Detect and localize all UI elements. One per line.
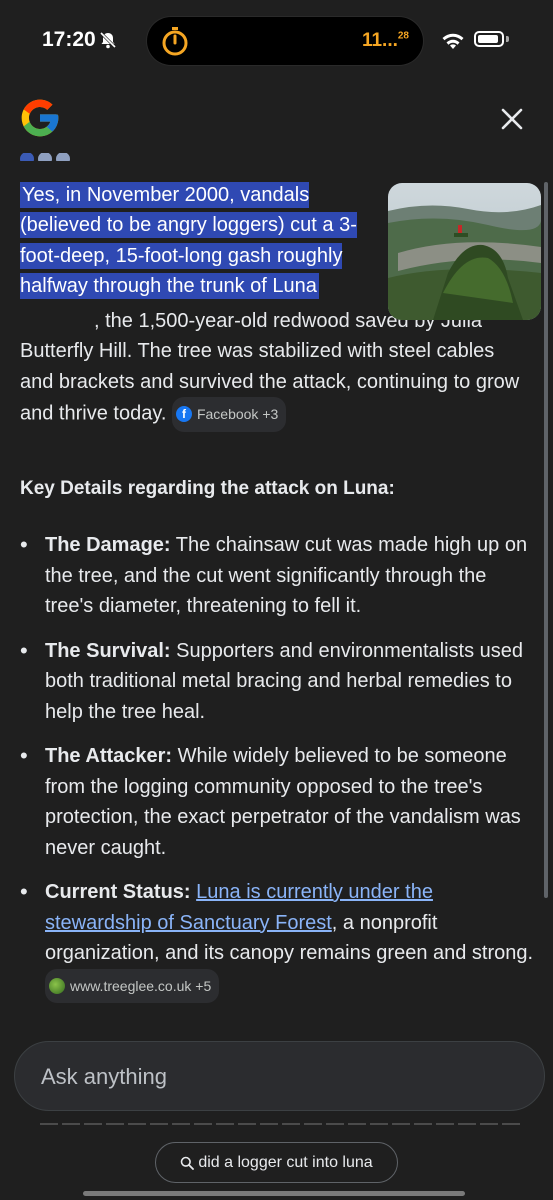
clipped-source-icons xyxy=(20,153,80,161)
timer-text: 11...28 xyxy=(361,30,409,51)
source-chip-label: Facebook +3 xyxy=(196,406,279,423)
suggestion-chip[interactable]: did a logger cut into luna xyxy=(155,1142,398,1183)
answer-continuation: , the 1,500-year-old redwood saved by Ju… xyxy=(20,306,530,432)
list-item-label: The Damage: xyxy=(45,534,171,556)
status-time: 17:20 xyxy=(42,28,96,51)
list-item-label: Current Status: xyxy=(45,881,191,903)
facebook-icon: f xyxy=(175,406,192,423)
answer-paragraph: Yes, in November 2000, vandals (believed… xyxy=(20,180,366,302)
list-item-label: The Attacker: xyxy=(45,745,173,767)
key-details-heading: Key Details regarding the attack on Luna… xyxy=(20,478,395,499)
obscured-text-line xyxy=(40,1123,520,1127)
source-chip-treeglee[interactable]: www.treeglee.co.uk +5 xyxy=(45,968,220,1003)
wifi-icon xyxy=(442,33,464,49)
luna-tree-thumbnail[interactable] xyxy=(388,183,541,320)
ask-input[interactable]: Ask anything xyxy=(14,1041,545,1111)
suggestion-label: did a logger cut into luna xyxy=(198,1153,373,1171)
list-item-label: The Survival: xyxy=(45,639,171,662)
luna-tree-image xyxy=(388,183,541,320)
list-item: The Survival: Supporters and environment… xyxy=(20,636,535,728)
google-g-icon[interactable] xyxy=(18,96,62,140)
key-details-list: The Damage: The chainsaw cut was made hi… xyxy=(20,530,535,1017)
dynamic-island[interactable]: 11...28 xyxy=(147,17,423,65)
list-item: The Attacker: While widely believed to b… xyxy=(20,741,535,863)
battery-nub xyxy=(506,36,509,42)
search-icon xyxy=(181,1156,195,1170)
home-indicator[interactable] xyxy=(83,1191,465,1196)
treeglee-icon xyxy=(49,977,65,994)
battery-icon xyxy=(474,31,504,47)
scrollbar[interactable] xyxy=(544,182,548,898)
bell-off-icon xyxy=(99,31,117,49)
close-icon[interactable] xyxy=(496,103,528,135)
status-bar: 17:20 11...28 xyxy=(0,0,553,80)
ask-input-placeholder: Ask anything xyxy=(41,1064,167,1089)
list-item: Current Status: Luna is currently under … xyxy=(20,877,535,1003)
highlighted-answer[interactable]: Yes, in November 2000, vandals (believed… xyxy=(20,182,357,300)
source-chip-facebook[interactable]: f Facebook +3 xyxy=(171,397,287,432)
timer-icon xyxy=(162,27,188,56)
list-item: The Damage: The chainsaw cut was made hi… xyxy=(20,530,535,622)
source-chip-label: www.treeglee.co.uk +5 xyxy=(70,977,212,994)
